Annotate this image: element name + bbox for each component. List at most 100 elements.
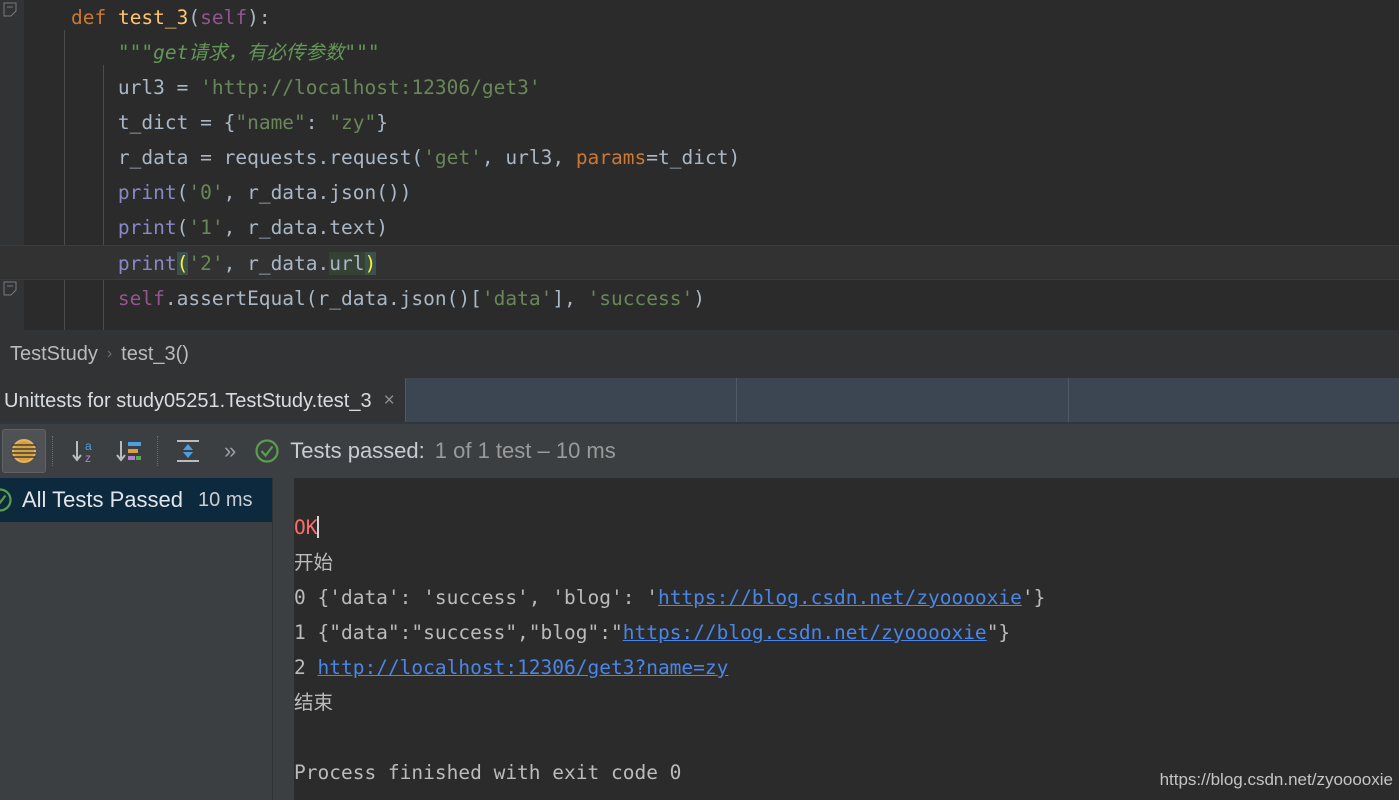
chevron-right-icon: ›: [106, 345, 113, 362]
pycharm-window: def test_3(self): """get请求，有必传参数""" url3…: [0, 0, 1399, 800]
console-line: OK: [294, 510, 1399, 545]
console-line: 0 {'data': 'success', 'blog': 'https://b…: [294, 580, 1399, 615]
breadcrumb[interactable]: TestStudy › test_3(): [0, 330, 1399, 378]
code-line[interactable]: print('2', r_data.url): [0, 245, 1399, 280]
sort-alphabetically-icon: a z: [72, 439, 92, 465]
console-token: Process finished with exit code 0: [294, 761, 682, 784]
code-token: , r_data.json()): [223, 181, 412, 204]
code-line[interactable]: def test_3(self):: [0, 0, 1399, 35]
code-token: (: [176, 252, 189, 275]
code-line[interactable]: print('1', r_data.text): [0, 210, 1399, 245]
code-token: (: [188, 6, 201, 29]
code-line[interactable]: t_dict = {"name": "zy"}: [0, 105, 1399, 140]
code-token: self: [200, 6, 248, 29]
tab-slot-empty-3[interactable]: [1067, 378, 1399, 424]
code-token: , r_data.text): [223, 216, 388, 239]
breadcrumb-class[interactable]: TestStudy: [10, 343, 98, 366]
console-token: "}: [986, 621, 1011, 644]
code-editor[interactable]: def test_3(self): """get请求，有必传参数""" url3…: [0, 0, 1399, 330]
code-line[interactable]: r_data = requests.request('get', url3, p…: [0, 140, 1399, 175]
code-line[interactable]: print('0', r_data.json()): [0, 175, 1399, 210]
code-token: '1': [188, 216, 224, 239]
console-link[interactable]: http://localhost:12306/get3?name=zy: [317, 656, 728, 679]
code-line-text: self.assertEqual(r_data.json()['data'], …: [0, 287, 705, 310]
code-token: = {: [188, 111, 236, 134]
code-token: 'success': [587, 287, 694, 310]
tab-slot-empty-2[interactable]: [736, 378, 1067, 424]
tree-row-duration: 10 ms: [198, 488, 253, 511]
console-output[interactable]: OK 开始 0 {'data': 'success', 'blog': 'https…: [294, 478, 1399, 800]
code-token: url: [329, 252, 365, 275]
console-line: 结束: [294, 685, 1399, 720]
code-token: ):: [247, 6, 271, 29]
code-line-text: print('2', r_data.url): [0, 252, 377, 275]
console-link[interactable]: https://blog.csdn.net/zyooooxie: [658, 586, 1022, 609]
code-token: "zy": [329, 111, 377, 134]
code-token: = requests.request(: [188, 146, 424, 169]
sort-by-duration-button[interactable]: [107, 429, 151, 473]
expand-collapse-button[interactable]: [166, 429, 210, 473]
code-token: , url3,: [481, 146, 576, 169]
hide-passed-toggle[interactable]: [2, 429, 46, 473]
code-token: 'http://localhost:12306/get3': [200, 76, 541, 99]
console-link[interactable]: https://blog.csdn.net/zyooooxie: [623, 621, 987, 644]
breadcrumb-method[interactable]: test_3(): [121, 343, 189, 366]
svg-text:z: z: [85, 451, 91, 465]
panel-splitter[interactable]: [272, 478, 294, 800]
code-line-text: url3 = 'http://localhost:12306/get3': [0, 76, 541, 99]
sort-by-duration-icon: [116, 441, 141, 462]
code-token: t_dict: [117, 111, 189, 134]
code-line[interactable]: """get请求，有必传参数""": [0, 35, 1399, 70]
code-token: :: [305, 111, 330, 134]
code-line[interactable]: url3 = 'http://localhost:12306/get3': [0, 70, 1399, 105]
code-token: test_3: [117, 6, 189, 29]
console-token: 开始: [294, 551, 334, 574]
console-line-text: 开始: [294, 551, 333, 574]
tree-row-label: All Tests Passed: [22, 487, 184, 512]
console-line-text: Process finished with exit code 0: [294, 761, 681, 784]
console-line: 1 {"data":"success","blog":"https://blog…: [294, 615, 1399, 650]
code-token: 'get': [423, 146, 482, 169]
code-token: print: [117, 181, 177, 204]
code-token: """get请求，有必传参数""": [117, 41, 380, 64]
console-line-text: OK: [294, 516, 320, 539]
status-label: Tests passed:: [290, 438, 425, 463]
tab-slot-empty-1[interactable]: [404, 378, 736, 424]
code-token: }: [376, 111, 388, 134]
console-token: 结束: [294, 691, 334, 714]
console-token: 0 {'data': 'success', 'blog': ': [294, 586, 658, 609]
test-status: Tests passed: 1 of 1 test – 10 ms: [254, 438, 616, 464]
code-token: =: [164, 76, 201, 99]
test-runner-toolbar[interactable]: a z » Tests passed: 1 of 1 test – 10 ms: [0, 424, 1399, 478]
code-line[interactable]: self.assertEqual(r_data.json()['data'], …: [0, 281, 1399, 316]
code-token: url3: [117, 76, 165, 99]
tab-unittests-teststudy-test3[interactable]: Unittests for study05251.TestStudy.test_…: [0, 378, 405, 424]
expand-collapse-icon: [177, 440, 199, 462]
code-token: 'data': [481, 287, 553, 310]
toolbar-overflow-button[interactable]: »: [224, 438, 236, 464]
console-token: '}: [1021, 586, 1046, 609]
code-token: self: [117, 287, 165, 310]
code-token: =t_dict): [646, 146, 741, 169]
code-line-text: print('0', r_data.json()): [0, 181, 412, 204]
sort-alphabetically-button[interactable]: a z: [61, 429, 105, 473]
close-icon[interactable]: ×: [384, 390, 395, 412]
test-tree-panel[interactable]: All Tests Passed 10 ms: [0, 478, 272, 800]
run-tab-bar[interactable]: Unittests for study05251.TestStudy.test_…: [0, 378, 1399, 424]
code-token: , r_data.: [223, 252, 330, 275]
code-token: ): [364, 252, 377, 275]
code-token: '2': [188, 252, 224, 275]
code-token: (: [176, 181, 189, 204]
code-line-text: t_dict = {"name": "zy"}: [0, 111, 388, 134]
status-detail: 1 of 1 test – 10 ms: [434, 438, 616, 463]
tree-row-all-tests-passed[interactable]: All Tests Passed 10 ms: [0, 478, 272, 522]
code-token: '0': [188, 181, 224, 204]
toolbar-divider: [157, 436, 158, 466]
code-token: (: [176, 216, 189, 239]
